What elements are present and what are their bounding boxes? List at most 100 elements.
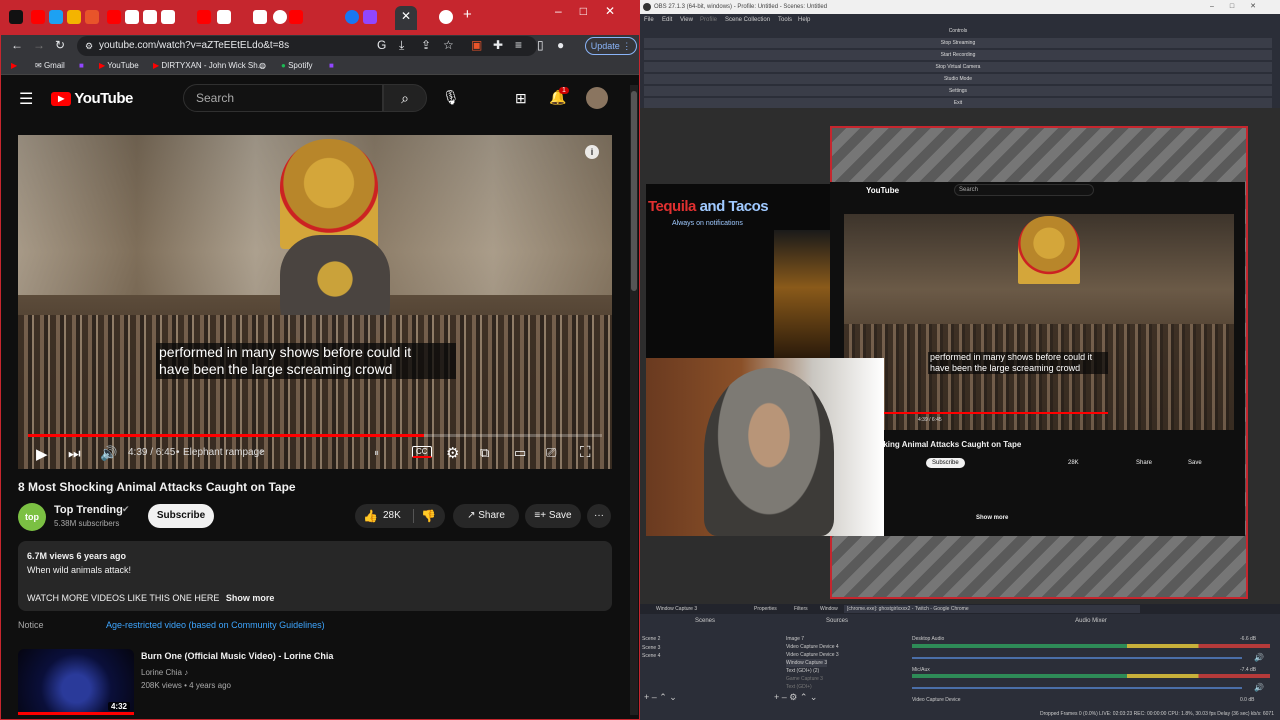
filters-button[interactable]: Filters xyxy=(794,604,808,614)
bookmark-twitch-icon[interactable]: ■ xyxy=(79,60,84,72)
webcam-source[interactable] xyxy=(646,358,884,536)
properties-button[interactable]: Properties xyxy=(754,604,777,614)
close-tab-icon[interactable]: ✕ xyxy=(401,9,411,23)
scene-item[interactable]: Scene 3 xyxy=(642,644,660,652)
tab-favicon[interactable] xyxy=(197,10,211,24)
tab-favicon[interactable] xyxy=(107,10,121,24)
video-player[interactable]: i performed in many shows before could i… xyxy=(18,135,612,469)
fullscreen-icon[interactable]: ⛶ xyxy=(580,444,591,461)
back-arrow-icon[interactable]: ← xyxy=(11,38,23,52)
captions-icon[interactable]: CC xyxy=(412,446,432,458)
channel-name[interactable]: Top Trending xyxy=(54,504,123,516)
update-button[interactable]: Update ⋮ xyxy=(585,37,637,55)
recommended-channel[interactable]: Lorine Chia ♪ xyxy=(141,668,188,677)
queue-icon[interactable]: ≡ xyxy=(515,38,522,52)
reload-icon[interactable]: ↻ xyxy=(55,38,65,52)
tab-favicon[interactable] xyxy=(49,10,63,24)
add-source-icon[interactable]: + – ⚙ ⌃ ⌄ xyxy=(774,692,817,703)
menu-help[interactable]: Help xyxy=(798,14,810,26)
bookmark-dirtyxan[interactable]: ▶ DIRTYXAN - John Wick Sh... xyxy=(153,60,264,72)
forward-arrow-icon[interactable]: → xyxy=(33,38,45,52)
info-icon[interactable]: i xyxy=(585,145,599,159)
menu-edit[interactable]: Edit xyxy=(662,14,672,26)
preview-canvas[interactable]: YouTube Search performed in many shows b… xyxy=(640,108,1280,604)
tab-favicon[interactable] xyxy=(289,10,303,24)
more-actions-button[interactable]: ··· xyxy=(587,504,611,528)
bookmark-gmail[interactable]: ✉ Gmail xyxy=(35,60,65,72)
tab-favicon[interactable] xyxy=(161,10,175,24)
profile-avatar-icon[interactable]: ● xyxy=(557,38,564,52)
tab-favicon[interactable] xyxy=(217,10,231,24)
stop-streaming-button[interactable]: Stop Streaming xyxy=(644,38,1272,48)
source-item[interactable]: Video Capture Device 3 xyxy=(786,651,839,659)
create-video-icon[interactable]: ⊞ xyxy=(515,90,527,107)
settings-button[interactable]: Settings xyxy=(644,86,1272,96)
bookmark-youtube[interactable]: ▶ YouTube xyxy=(99,60,139,72)
menu-scene-collection[interactable]: Scene Collection xyxy=(725,14,770,26)
tab-favicon[interactable] xyxy=(363,10,377,24)
window-controls[interactable]: –□✕ xyxy=(555,4,633,18)
search-button[interactable]: ⌕ xyxy=(383,84,427,112)
window-capture-preview[interactable]: YouTube Search performed in many shows b… xyxy=(830,182,1245,536)
sidebar-icon[interactable]: ▯ xyxy=(537,38,544,52)
save-button[interactable]: ≡+ Save xyxy=(525,504,581,528)
progress-bar[interactable] xyxy=(28,434,602,437)
show-more-link[interactable]: Show more xyxy=(226,593,275,603)
tab-favicon[interactable] xyxy=(31,10,45,24)
description-box[interactable]: 6.7M views 6 years ago When wild animals… xyxy=(18,541,612,611)
stop-virtual-camera-button[interactable]: Stop Virtual Camera xyxy=(644,62,1272,72)
recommended-thumbnail[interactable]: 4:32 xyxy=(18,649,134,715)
install-icon[interactable]: ⤓ xyxy=(399,38,404,53)
next-icon[interactable]: ⏭ xyxy=(68,445,81,462)
add-scene-icon[interactable]: + – ⌃ ⌄ xyxy=(644,692,677,703)
menu-profile[interactable]: Profile xyxy=(700,14,717,26)
studio-mode-button[interactable]: Studio Mode xyxy=(644,74,1272,84)
bookmark-twitch-icon[interactable]: ■ xyxy=(329,60,334,72)
youtube-logo[interactable]: ▶ YouTube xyxy=(51,90,133,107)
settings-gear-icon[interactable]: ⚙ xyxy=(446,444,459,462)
volume-slider[interactable] xyxy=(912,657,1242,659)
mute-speaker-icon[interactable]: 🔊 xyxy=(1254,683,1264,692)
tab-favicon[interactable] xyxy=(143,10,157,24)
bookmark-spotify[interactable]: ● Spotify xyxy=(281,60,313,72)
channel-avatar[interactable]: top xyxy=(18,503,46,531)
share-icon[interactable]: ⇪ xyxy=(421,38,431,52)
account-avatar[interactable] xyxy=(586,87,608,109)
scene-item[interactable]: Scene 4 xyxy=(642,652,660,660)
thumbs-down-icon[interactable]: 👎 xyxy=(421,504,436,528)
share-button[interactable]: ↗ Share xyxy=(453,504,519,528)
like-count[interactable]: 28K xyxy=(383,504,401,528)
menu-file[interactable]: File xyxy=(644,14,654,26)
scene-item[interactable]: Scene 2 xyxy=(642,635,660,643)
tab-favicon[interactable] xyxy=(439,10,453,24)
theater-mode-icon[interactable]: ▭ xyxy=(514,445,526,461)
text-overlay-source[interactable]: Tequila and Tacos Always on notification… xyxy=(646,184,830,358)
puzzle-icon[interactable]: ✚ xyxy=(493,38,503,52)
microphone-icon[interactable]: 🎙 xyxy=(442,89,460,106)
cast-icon[interactable]: ⎚ xyxy=(546,445,556,461)
recommended-title[interactable]: Burn One (Official Music Video) - Lorine… xyxy=(141,651,333,661)
menu-view[interactable]: View xyxy=(680,14,693,26)
miniplayer-icon[interactable]: ⧉ xyxy=(480,445,489,461)
volume-icon[interactable]: 🔊 xyxy=(100,445,117,462)
chapter-title[interactable]: Elephant rampage xyxy=(183,447,265,458)
search-input[interactable]: Search xyxy=(183,84,383,112)
extension-icon[interactable]: ▣ xyxy=(471,38,482,52)
tab-favicon[interactable] xyxy=(273,10,287,24)
tab-favicon[interactable] xyxy=(125,10,139,24)
subscribe-button[interactable]: Subscribe xyxy=(148,504,214,528)
tab-favicon[interactable] xyxy=(253,10,267,24)
tab-favicon[interactable] xyxy=(67,10,81,24)
tab-favicon[interactable] xyxy=(85,10,99,24)
thumbs-up-icon[interactable]: 👍 xyxy=(363,504,378,528)
bookmark-globe-icon[interactable]: ◍ xyxy=(259,60,266,72)
volume-slider[interactable] xyxy=(912,687,1242,689)
source-item[interactable]: Text (GDI+) xyxy=(786,683,812,691)
autoplay-icon[interactable]: ⏸ xyxy=(374,448,379,459)
source-item[interactable]: Window Capture 3 xyxy=(786,659,828,667)
obs-window-controls[interactable]: –□✕ xyxy=(1210,0,1272,14)
mute-speaker-icon[interactable]: 🔊 xyxy=(1254,653,1264,662)
tab-favicon[interactable] xyxy=(345,10,359,24)
google-icon[interactable]: G xyxy=(377,38,386,52)
tab-favicon[interactable] xyxy=(9,10,23,24)
